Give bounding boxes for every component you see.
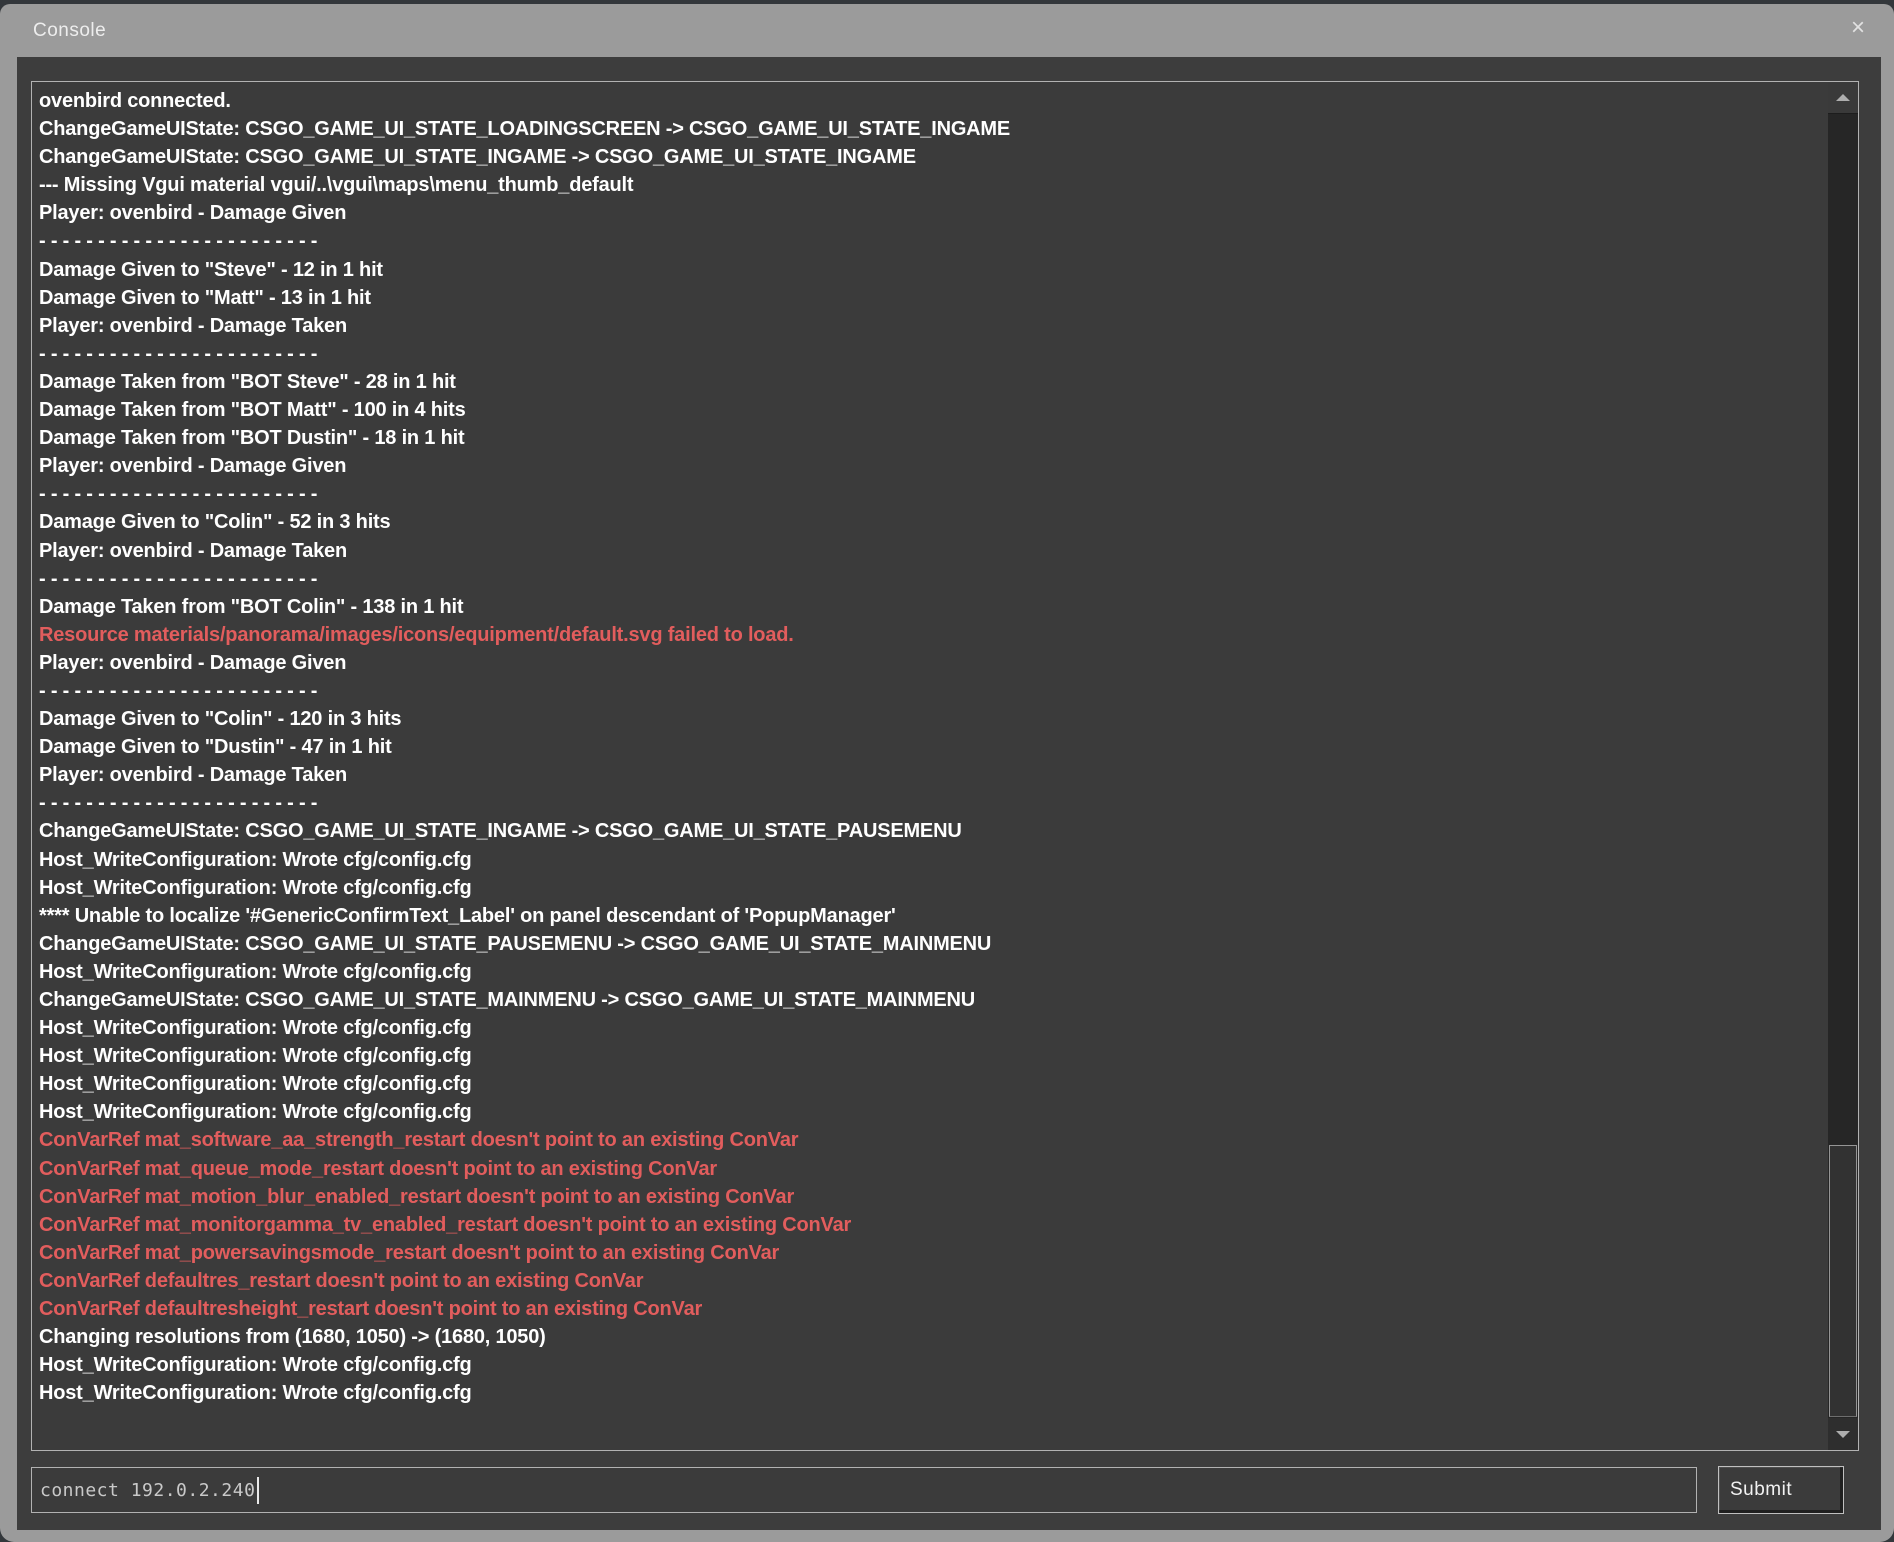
console-line: - - - - - - - - - - - - - - - - - - - - …: [39, 340, 1819, 368]
console-line: Damage Taken from "BOT Colin" - 138 in 1…: [39, 593, 1819, 621]
console-line: Host_WriteConfiguration: Wrote cfg/confi…: [39, 1098, 1819, 1126]
console-line: Host_WriteConfiguration: Wrote cfg/confi…: [39, 958, 1819, 986]
scrollbar-thumb[interactable]: [1829, 1145, 1857, 1417]
console-line: ConVarRef mat_queue_mode_restart doesn't…: [39, 1155, 1819, 1183]
close-icon: ×: [1851, 16, 1865, 40]
console-line: ovenbird connected.: [39, 87, 1819, 115]
console-line: Player: ovenbird - Damage Given: [39, 199, 1819, 227]
console-output: ovenbird connected.ChangeGameUIState: CS…: [31, 81, 1859, 1451]
console-line: - - - - - - - - - - - - - - - - - - - - …: [39, 227, 1819, 255]
console-window: Console × ovenbird connected.ChangeGameU…: [0, 4, 1894, 1542]
console-line: Player: ovenbird - Damage Taken: [39, 761, 1819, 789]
console-line: ChangeGameUIState: CSGO_GAME_UI_STATE_IN…: [39, 817, 1819, 845]
console-line: ChangeGameUIState: CSGO_GAME_UI_STATE_MA…: [39, 986, 1819, 1014]
console-line: Host_WriteConfiguration: Wrote cfg/confi…: [39, 1070, 1819, 1098]
text-cursor: [257, 1477, 259, 1504]
command-input-value: connect 192.0.2.240: [40, 1480, 255, 1501]
scrollbar-track[interactable]: [1828, 82, 1858, 1450]
console-line: ConVarRef mat_software_aa_strength_resta…: [39, 1126, 1819, 1154]
scroll-down-icon: [1836, 1431, 1850, 1438]
submit-button-label: Submit: [1730, 1479, 1792, 1501]
close-button[interactable]: ×: [1844, 14, 1872, 42]
console-line: - - - - - - - - - - - - - - - - - - - - …: [39, 789, 1819, 817]
console-line: ChangeGameUIState: CSGO_GAME_UI_STATE_LO…: [39, 115, 1819, 143]
console-line: Player: ovenbird - Damage Taken: [39, 537, 1819, 565]
console-line: Player: ovenbird - Damage Given: [39, 452, 1819, 480]
console-line: Player: ovenbird - Damage Given: [39, 649, 1819, 677]
console-line: Host_WriteConfiguration: Wrote cfg/confi…: [39, 1379, 1819, 1407]
console-output-lines: ovenbird connected.ChangeGameUIState: CS…: [32, 82, 1827, 1450]
console-line: ConVarRef mat_powersavingsmode_restart d…: [39, 1239, 1819, 1267]
console-line: Host_WriteConfiguration: Wrote cfg/confi…: [39, 1014, 1819, 1042]
console-line: ConVarRef mat_motion_blur_enabled_restar…: [39, 1183, 1819, 1211]
console-line: - - - - - - - - - - - - - - - - - - - - …: [39, 480, 1819, 508]
scroll-up-button[interactable]: [1828, 82, 1858, 114]
console-line: Host_WriteConfiguration: Wrote cfg/confi…: [39, 1351, 1819, 1379]
console-line: Host_WriteConfiguration: Wrote cfg/confi…: [39, 1042, 1819, 1070]
console-line: Damage Taken from "BOT Steve" - 28 in 1 …: [39, 368, 1819, 396]
scroll-down-button[interactable]: [1828, 1418, 1858, 1450]
console-line: Damage Given to "Colin" - 52 in 3 hits: [39, 508, 1819, 536]
window-title: Console: [33, 20, 106, 42]
console-line: **** Unable to localize '#GenericConfirm…: [39, 902, 1819, 930]
console-line: Host_WriteConfiguration: Wrote cfg/confi…: [39, 874, 1819, 902]
console-line: Damage Given to "Dustin" - 47 in 1 hit: [39, 733, 1819, 761]
console-line: Damage Given to "Matt" - 13 in 1 hit: [39, 284, 1819, 312]
window-titlebar[interactable]: Console: [0, 4, 1894, 57]
console-line: ConVarRef mat_monitorgamma_tv_enabled_re…: [39, 1211, 1819, 1239]
console-line: Resource materials/panorama/images/icons…: [39, 621, 1819, 649]
console-line: ChangeGameUIState: CSGO_GAME_UI_STATE_IN…: [39, 143, 1819, 171]
submit-button[interactable]: Submit: [1718, 1466, 1844, 1514]
console-line: Damage Taken from "BOT Matt" - 100 in 4 …: [39, 396, 1819, 424]
console-line: ConVarRef defaultres_restart doesn't poi…: [39, 1267, 1819, 1295]
console-line: Changing resolutions from (1680, 1050) -…: [39, 1323, 1819, 1351]
scroll-up-icon: [1836, 94, 1850, 101]
console-line: Damage Given to "Steve" - 12 in 1 hit: [39, 256, 1819, 284]
console-panel: ovenbird connected.ChangeGameUIState: CS…: [17, 57, 1881, 1530]
console-line: ChangeGameUIState: CSGO_GAME_UI_STATE_PA…: [39, 930, 1819, 958]
console-line: - - - - - - - - - - - - - - - - - - - - …: [39, 677, 1819, 705]
console-line: - - - - - - - - - - - - - - - - - - - - …: [39, 565, 1819, 593]
console-line: Player: ovenbird - Damage Taken: [39, 312, 1819, 340]
console-line: Damage Given to "Colin" - 120 in 3 hits: [39, 705, 1819, 733]
console-line: --- Missing Vgui material vgui/..\vgui\m…: [39, 171, 1819, 199]
command-input[interactable]: connect 192.0.2.240: [31, 1467, 1697, 1513]
console-line: Damage Taken from "BOT Dustin" - 18 in 1…: [39, 424, 1819, 452]
console-line: ConVarRef defaultresheight_restart doesn…: [39, 1295, 1819, 1323]
console-line: Host_WriteConfiguration: Wrote cfg/confi…: [39, 846, 1819, 874]
